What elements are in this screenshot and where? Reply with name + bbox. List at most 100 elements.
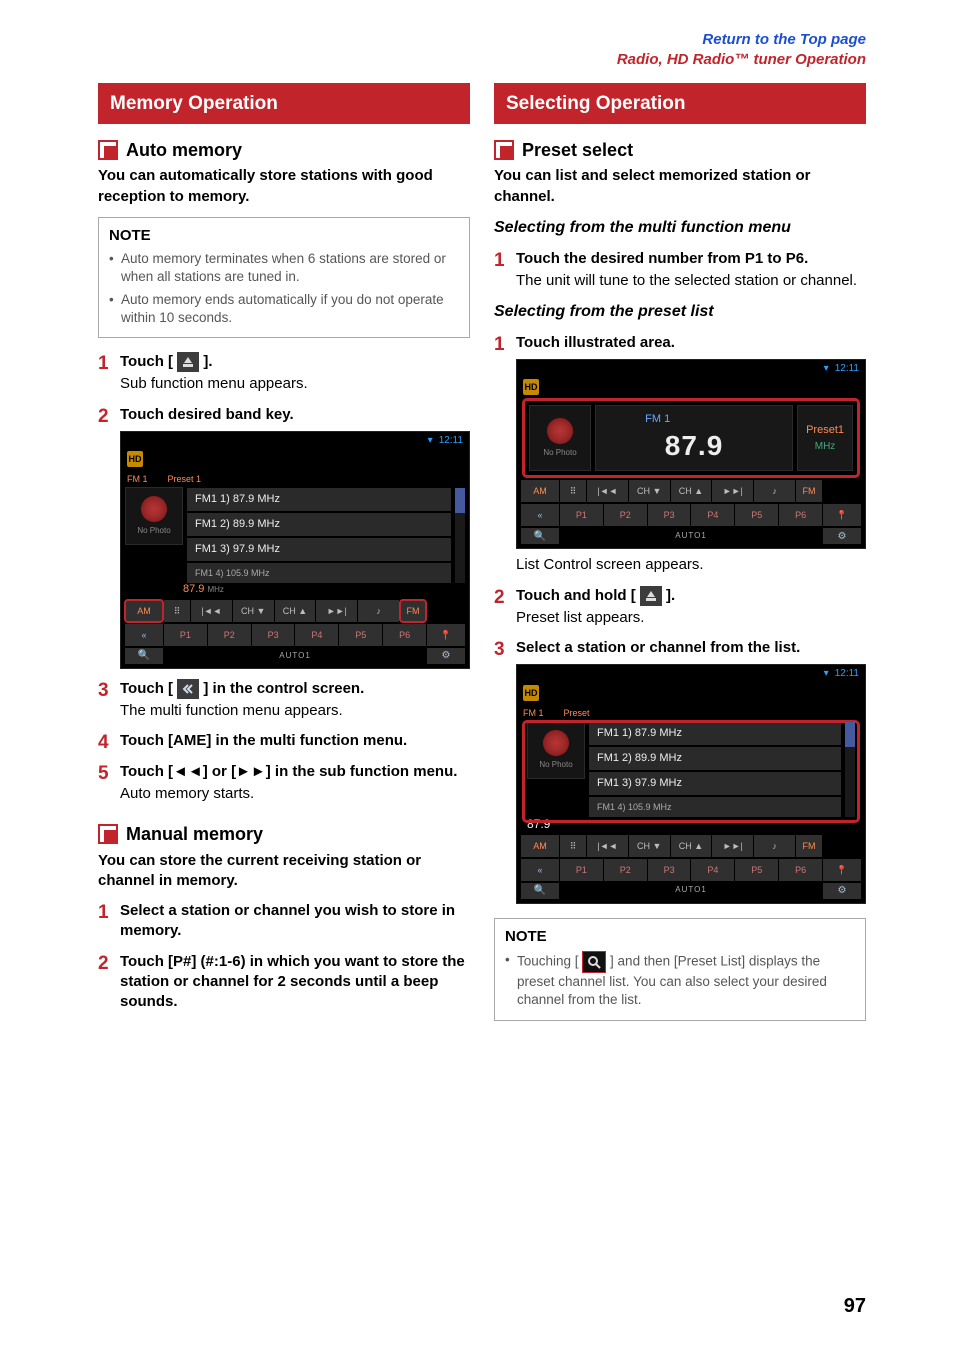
step-text: Touch [ ].	[120, 353, 213, 370]
music-icon[interactable]: ♪	[358, 600, 399, 622]
note-title: NOTE	[109, 226, 459, 246]
step-sub: Preset list appears.	[516, 608, 866, 628]
fm-button[interactable]: FM	[796, 480, 822, 502]
ch-up-button[interactable]: CH ▲	[671, 835, 712, 857]
list-item[interactable]: FM1 2) 89.9 MHz	[187, 513, 451, 536]
wifi-icon: ▾	[824, 362, 829, 376]
auto-memory-lead: You can automatically store stations wit…	[98, 166, 470, 207]
am-button[interactable]: AM	[521, 835, 559, 857]
preset-p6-button[interactable]: P6	[779, 504, 822, 526]
ch-up-button[interactable]: CH ▲	[275, 600, 316, 622]
am-button[interactable]: AM	[125, 600, 163, 622]
pin-icon[interactable]: 📍	[823, 859, 861, 881]
pin-icon[interactable]: 📍	[427, 624, 465, 646]
preset-select-lead: You can list and select memorized statio…	[494, 166, 866, 207]
preset-p2-button[interactable]: P2	[604, 504, 647, 526]
expand-left-button[interactable]: «	[125, 624, 163, 646]
clock: 12:11	[835, 362, 859, 376]
preset-tag[interactable]: Preset1 MHz	[797, 405, 853, 471]
preset-p4-button[interactable]: P4	[691, 859, 734, 881]
seek-next-button[interactable]: ►►|	[712, 835, 753, 857]
preset-p6-button[interactable]: P6	[383, 624, 426, 646]
preset-p2-button[interactable]: P2	[208, 624, 251, 646]
list-item[interactable]: FM1 4) 105.9 MHz	[589, 797, 841, 817]
seek-prev-button[interactable]: |◄◄	[191, 600, 232, 622]
gear-icon[interactable]: ⚙	[823, 883, 861, 899]
frequency-display[interactable]: FM 1 87.9	[595, 405, 793, 471]
section-selecting-operation: Selecting Operation	[494, 83, 866, 125]
list-item[interactable]: FM1 2) 89.9 MHz	[589, 747, 841, 770]
clock: 12:11	[835, 667, 859, 681]
search-icon[interactable]: 🔍	[125, 648, 163, 664]
hd-badge-icon: HD	[523, 379, 539, 395]
list-item[interactable]: FM1 1) 87.9 MHz	[187, 488, 451, 511]
am-button[interactable]: AM	[521, 480, 559, 502]
gear-icon[interactable]: ⚙	[427, 648, 465, 664]
scrollbar[interactable]	[845, 722, 855, 817]
search-icon[interactable]: 🔍	[521, 883, 559, 899]
music-icon[interactable]: ♪	[754, 480, 795, 502]
fm-button[interactable]: FM	[400, 600, 426, 622]
preset-p1-button[interactable]: P1	[560, 504, 603, 526]
preset-p1-button[interactable]: P1	[164, 624, 207, 646]
auto-label: AUTO1	[164, 648, 426, 664]
preset-p4-button[interactable]: P4	[295, 624, 338, 646]
grid-icon[interactable]: ⠿	[560, 480, 586, 502]
preset-list: FM1 1) 87.9 MHz FM1 2) 89.9 MHz FM1 3) 9…	[589, 721, 841, 818]
ch-up-button[interactable]: CH ▲	[671, 480, 712, 502]
seek-next-button[interactable]: ►►|	[316, 600, 357, 622]
search-icon[interactable]: 🔍	[521, 528, 559, 544]
ch-down-button[interactable]: CH ▼	[233, 600, 274, 622]
note-item: Auto memory ends automatically if you do…	[109, 291, 459, 327]
step-text: Touch and hold [ ].	[516, 587, 675, 604]
album-art-placeholder: No Photo	[529, 405, 591, 471]
preset-p5-button[interactable]: P5	[735, 859, 778, 881]
preset-p1-button[interactable]: P1	[560, 859, 603, 881]
preset-p4-button[interactable]: P4	[691, 504, 734, 526]
preset-p5-button[interactable]: P5	[735, 504, 778, 526]
preset-p6-button[interactable]: P6	[779, 859, 822, 881]
grid-icon[interactable]: ⠿	[560, 835, 586, 857]
expand-left-button[interactable]: «	[521, 504, 559, 526]
step-text: Touch [ ] in the control screen.	[120, 680, 364, 697]
link-section: Radio, HD Radio™ tuner Operation	[617, 51, 866, 68]
expand-left-button[interactable]: «	[521, 859, 559, 881]
ch-down-button[interactable]: CH ▼	[629, 480, 670, 502]
list-item[interactable]: FM1 1) 87.9 MHz	[589, 722, 841, 745]
heading-manual-memory: Manual memory	[98, 822, 470, 846]
fm-button[interactable]: FM	[796, 835, 822, 857]
preset-p3-button[interactable]: P3	[648, 859, 691, 881]
step-sub: The unit will tune to the selected stati…	[516, 271, 866, 291]
link-top-page[interactable]: Return to the Top page	[702, 31, 866, 48]
music-icon[interactable]: ♪	[754, 835, 795, 857]
disc-icon	[547, 418, 573, 444]
expand-left-icon	[177, 679, 199, 699]
step-sub: Sub function menu appears.	[120, 374, 470, 394]
seek-prev-button[interactable]: |◄◄	[587, 835, 628, 857]
preset-p3-button[interactable]: P3	[648, 504, 691, 526]
gear-icon[interactable]: ⚙	[823, 528, 861, 544]
seek-prev-button[interactable]: |◄◄	[587, 480, 628, 502]
list-item[interactable]: FM1 3) 97.9 MHz	[589, 772, 841, 795]
scrollbar[interactable]	[455, 488, 465, 583]
manual-memory-lead: You can store the current receiving stat…	[98, 851, 470, 892]
disc-icon	[543, 730, 569, 756]
seek-next-button[interactable]: ►►|	[712, 480, 753, 502]
list-item[interactable]: FM1 3) 97.9 MHz	[187, 538, 451, 561]
subfunction-menu-icon	[177, 352, 199, 372]
step-text: Touch illustrated area.	[516, 334, 675, 351]
pin-icon[interactable]: 📍	[823, 504, 861, 526]
heading-text: Manual memory	[126, 822, 263, 846]
section-memory-operation: Memory Operation	[98, 83, 470, 125]
right-column: Selecting Operation Preset select You ca…	[494, 83, 866, 1035]
step-text: Touch [◄◄] or [►►] in the sub function m…	[120, 763, 457, 780]
t: Touching [	[517, 954, 582, 969]
preset-p5-button[interactable]: P5	[339, 624, 382, 646]
preset-label: Preset 1	[168, 473, 202, 485]
wifi-icon: ▾	[824, 667, 829, 681]
preset-p3-button[interactable]: P3	[252, 624, 295, 646]
preset-p2-button[interactable]: P2	[604, 859, 647, 881]
ch-down-button[interactable]: CH ▼	[629, 835, 670, 857]
list-item[interactable]: FM1 4) 105.9 MHz	[187, 563, 451, 583]
grid-icon[interactable]: ⠿	[164, 600, 190, 622]
